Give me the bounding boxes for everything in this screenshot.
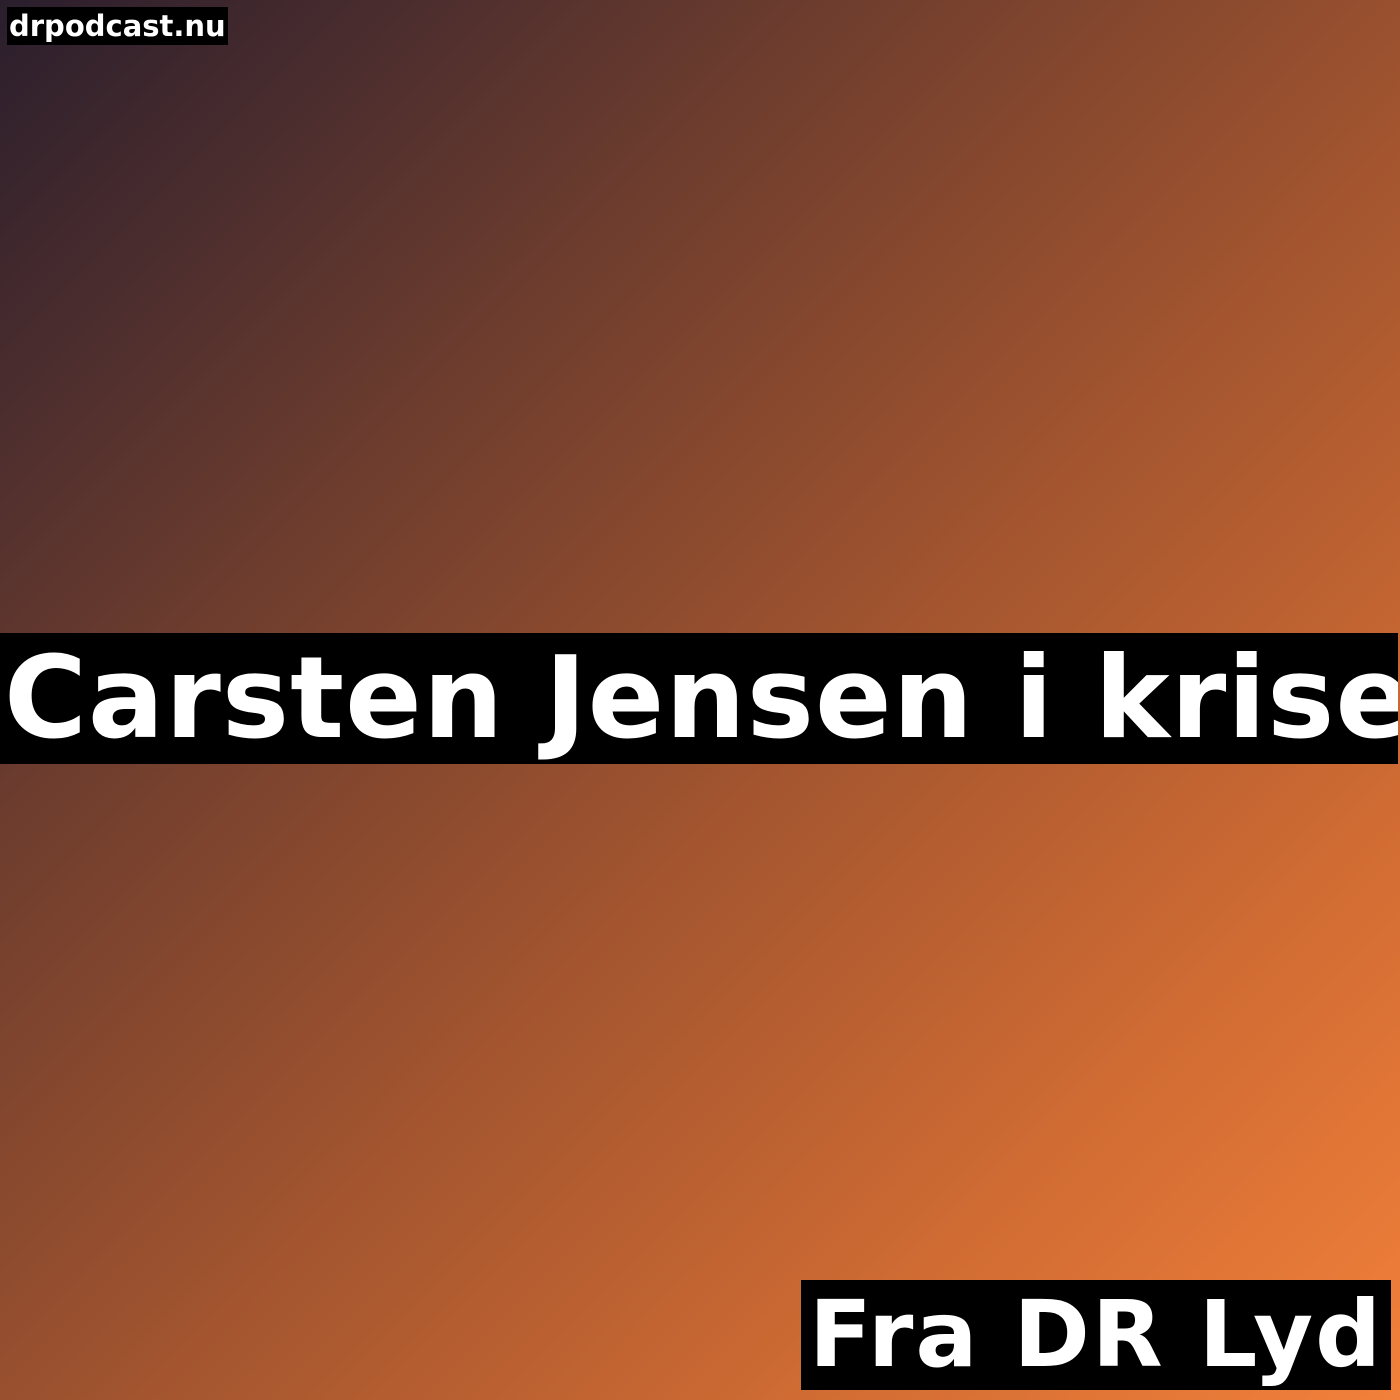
- site-label: drpodcast.nu: [7, 7, 228, 45]
- source-badge: Fra DR Lyd: [801, 1280, 1391, 1390]
- title-band: Carsten Jensen i krise: [0, 633, 1398, 764]
- source-label: Fra DR Lyd: [809, 1281, 1383, 1388]
- episode-title: Carsten Jensen i krise: [4, 633, 1398, 764]
- podcast-cover: drpodcast.nu Carsten Jensen i krise Fra …: [0, 0, 1400, 1400]
